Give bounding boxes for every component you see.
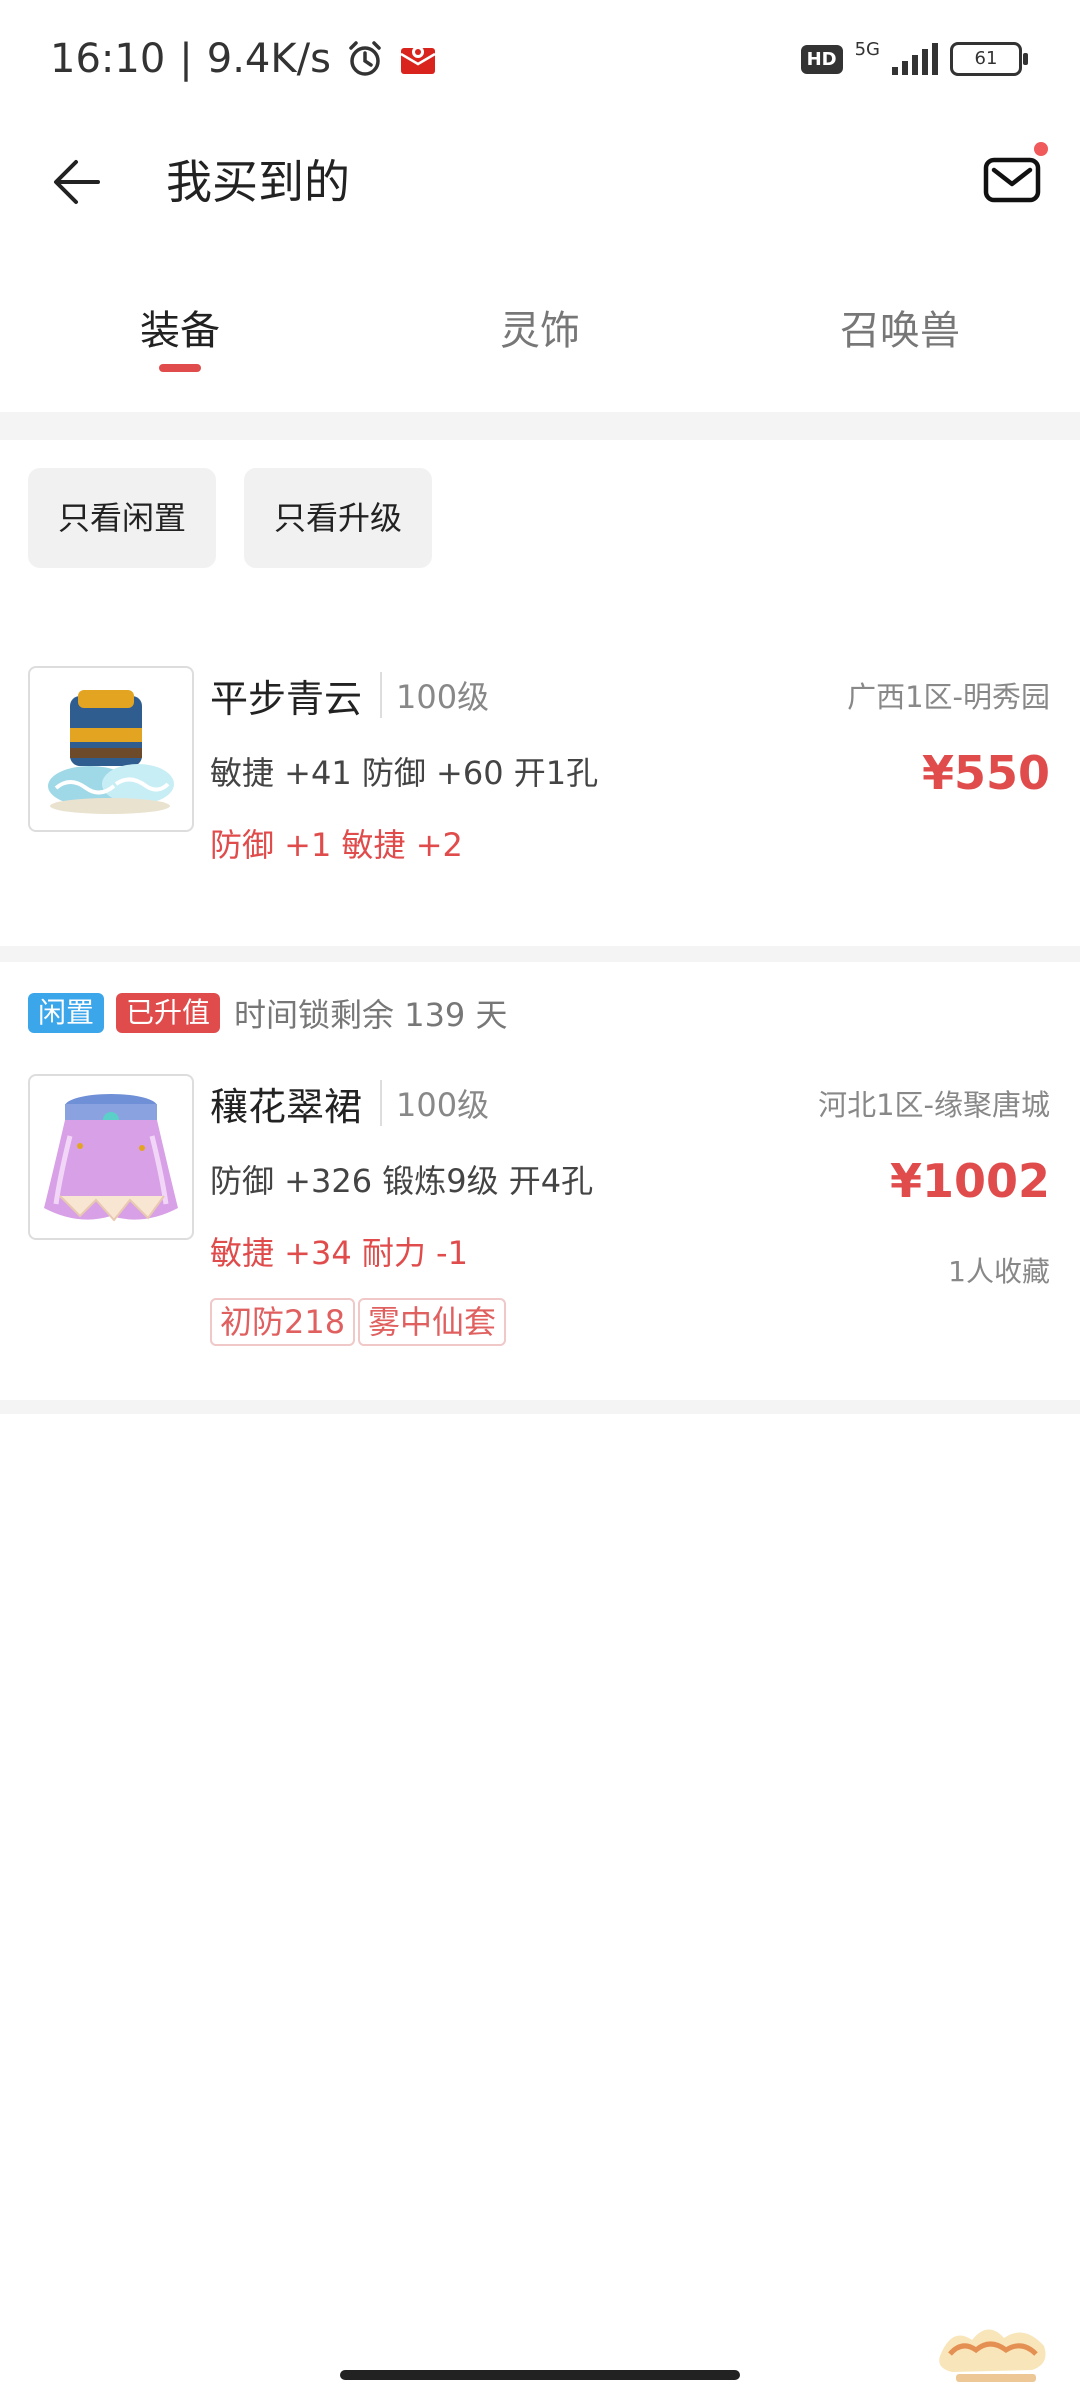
item-level: 100级 (380, 672, 489, 718)
status-right: HD 5G 61 (800, 39, 1028, 76)
item-tag: 雾中仙套 (358, 1298, 507, 1346)
notification-dot (1034, 142, 1048, 156)
tab-label: 灵饰 (500, 308, 580, 354)
status-net-speed: 9.4K/s (206, 36, 331, 82)
tab-active-indicator (159, 364, 201, 372)
app-header: 我买到的 (0, 126, 1080, 238)
arrow-left-icon (54, 160, 100, 204)
item-server: 广西1区-明秀园 (847, 680, 1050, 714)
tab-ornaments[interactable]: 灵饰 (360, 290, 720, 380)
item-stats: 防御 +326 锻炼9级 开4孔 (210, 1162, 594, 1200)
badge-upgraded: 已升值 (116, 993, 221, 1033)
item-server: 河北1区-缘聚唐城 (818, 1088, 1050, 1122)
favorite-count: 1人收藏 (948, 1255, 1050, 1288)
item-extra-stats: 防御 +1 敏捷 +2 (210, 826, 463, 864)
signal-icon (892, 43, 938, 75)
filter-upgraded-button[interactable]: 只看升级 (244, 468, 432, 568)
item-thumbnail (28, 1074, 194, 1240)
badge-idle: 闲置 (28, 993, 105, 1033)
hd-badge: HD (800, 44, 843, 74)
alarm-icon (349, 41, 381, 76)
mail-button[interactable] (980, 142, 1048, 212)
section-divider (0, 412, 1080, 440)
item-extra-stats: 敏捷 +34 耐力 -1 (210, 1234, 468, 1272)
item-tag: 初防218 (210, 1298, 356, 1346)
tab-label: 召唤兽 (840, 308, 960, 354)
item-name: 平步青云 (210, 677, 363, 721)
item-name: 穰花翠裙 (210, 1085, 363, 1129)
item-stats: 敏捷 +41 防御 +60 开1孔 (210, 754, 599, 792)
page-title: 我买到的 (166, 155, 350, 209)
tab-summoned-beasts[interactable]: 召唤兽 (720, 290, 1080, 380)
network-type: 5G (854, 39, 880, 60)
section-divider (0, 1400, 1080, 1414)
item-status-row: 闲置 已升值 时间锁剩余 139 天 (28, 990, 507, 1036)
item-thumbnail (28, 666, 194, 832)
battery-level: 61 (974, 48, 998, 69)
red-envelope-icon (400, 46, 436, 74)
status-left: 16:10 | 9.4K/s (50, 36, 437, 82)
skirt-icon (44, 1094, 178, 1222)
status-time: 16:10 (50, 36, 166, 82)
tab-equipment[interactable]: 装备 (0, 290, 360, 380)
home-indicator[interactable] (340, 2370, 740, 2380)
boots-icon (48, 690, 174, 814)
mail-icon (983, 157, 1041, 203)
item-price: ¥550 (921, 746, 1050, 800)
time-lock-text: 时间锁剩余 139 天 (234, 996, 508, 1034)
filter-idle-button[interactable]: 只看闲置 (28, 468, 216, 568)
status-bar: 16:10 | 9.4K/s HD 5G 61 (0, 0, 1080, 126)
tab-label: 装备 (140, 308, 220, 354)
status-separator: | (179, 36, 193, 82)
item-price: ¥1002 (889, 1154, 1050, 1208)
section-divider (0, 946, 1080, 962)
item-level: 100级 (380, 1080, 489, 1126)
game-logo-watermark (939, 2329, 1046, 2382)
back-button[interactable] (48, 150, 112, 214)
category-tabs: 装备 灵饰 召唤兽 (0, 290, 1080, 380)
battery-icon: 61 (950, 42, 1028, 76)
